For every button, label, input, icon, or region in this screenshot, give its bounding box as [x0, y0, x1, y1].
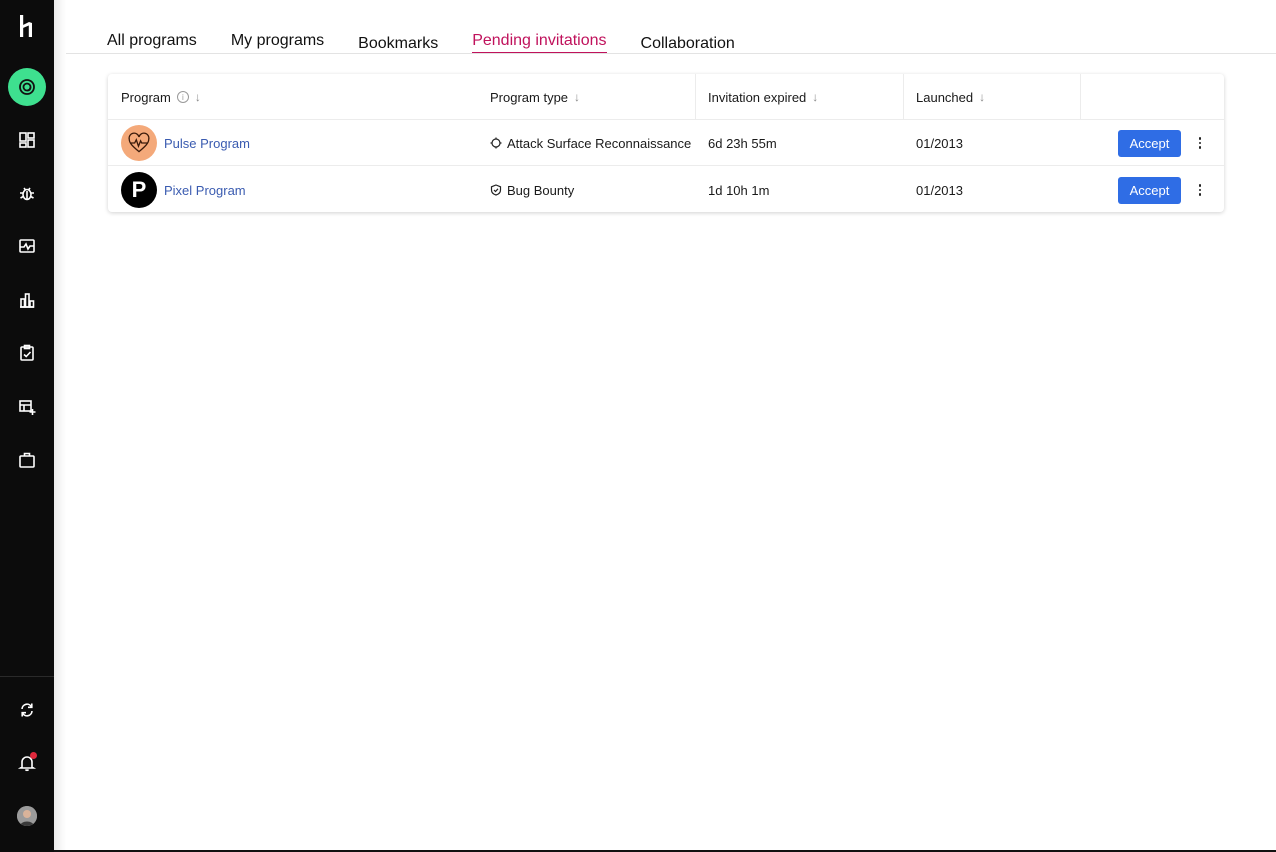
crosshair-icon: [490, 137, 502, 149]
sort-arrow-icon[interactable]: ↓: [195, 90, 201, 104]
column-separator: [695, 74, 696, 120]
program-link[interactable]: Pulse Program: [164, 136, 250, 151]
program-cell: P Pixel Program: [121, 167, 246, 212]
program-avatar[interactable]: [121, 125, 157, 161]
invitation-expires-cell: 6d 23h 55m: [708, 135, 777, 151]
column-header-program-type[interactable]: Program type ↓: [490, 74, 580, 120]
table-header: Program i ↓ Program type ↓ Invitation ex…: [108, 74, 1224, 120]
launched-cell: 01/2013: [916, 135, 963, 151]
table-row: P Pixel Program Bug Bounty 1d 10h 1m 01/…: [108, 167, 1224, 212]
app-root: All programs My programs Bookmarks Pendi…: [0, 0, 1276, 852]
sidebar-item-opportunities[interactable]: [8, 68, 46, 106]
column-header-invitation-expired[interactable]: Invitation expired ↓: [708, 74, 818, 120]
bug-icon: [20, 187, 34, 201]
sidebar-shadow: [54, 0, 66, 852]
sidebar-item-switch[interactable]: [8, 691, 46, 729]
more-options-icon[interactable]: [1193, 133, 1207, 153]
table-row: Pulse Program Attack Surface Reconnaissa…: [108, 120, 1224, 166]
briefcase-icon: [19, 452, 35, 468]
tab-all-programs[interactable]: All programs: [107, 32, 197, 54]
column-separator: [903, 74, 904, 120]
sidebar-item-jobs[interactable]: [8, 441, 46, 479]
sort-arrow-icon[interactable]: ↓: [979, 90, 985, 104]
clipboard-check-icon: [20, 344, 34, 361]
tab-bookmarks[interactable]: Bookmarks: [358, 35, 438, 54]
sync-icon: [21, 703, 33, 717]
sidebar: [0, 0, 54, 852]
tab-my-programs[interactable]: My programs: [231, 32, 324, 54]
program-type-label: Attack Surface Reconnaissance: [507, 135, 692, 151]
program-tabs: All programs My programs Bookmarks Pendi…: [107, 26, 769, 54]
invitations-table: Program i ↓ Program type ↓ Invitation ex…: [108, 74, 1224, 212]
letter-p-logo: P: [131, 177, 147, 202]
target-icon: [19, 79, 35, 95]
shield-icon: [490, 184, 502, 196]
tab-pending-invitations[interactable]: Pending invitations: [472, 32, 607, 54]
sort-arrow-icon[interactable]: ↓: [574, 90, 580, 104]
invitation-expires-cell: 1d 10h 1m: [708, 182, 770, 198]
column-label: Invitation expired: [708, 89, 807, 105]
launched-cell: 01/2013: [916, 182, 963, 198]
tab-collaboration[interactable]: Collaboration: [641, 35, 735, 54]
column-separator: [1080, 74, 1081, 120]
sidebar-item-activity[interactable]: [8, 227, 46, 265]
sidebar-item-reports[interactable]: [8, 174, 46, 212]
program-type-label: Bug Bounty: [507, 182, 575, 198]
bar-chart-icon: [20, 293, 35, 308]
activity-icon: [19, 239, 35, 253]
info-icon[interactable]: i: [176, 91, 189, 103]
dashboard-icon: [19, 132, 35, 148]
column-header-program[interactable]: Program i ↓: [121, 74, 201, 120]
column-label: Program type: [490, 89, 569, 105]
program-type-cell: Bug Bounty: [490, 167, 574, 212]
program-type-cell: Attack Surface Reconnaissance: [490, 120, 691, 166]
sidebar-item-create[interactable]: [8, 388, 46, 426]
sidebar-divider: [0, 676, 54, 677]
user-avatar: [17, 806, 37, 826]
sidebar-item-dashboard[interactable]: [8, 121, 46, 159]
add-program-icon: [19, 400, 36, 415]
accept-button[interactable]: Accept: [1118, 130, 1181, 157]
sidebar-item-profile[interactable]: [8, 797, 46, 835]
tabs-divider: [66, 53, 1276, 54]
sidebar-item-tasks[interactable]: [8, 334, 46, 372]
accept-button[interactable]: Accept: [1118, 177, 1181, 204]
sidebar-item-statistics[interactable]: [8, 281, 46, 319]
column-header-launched[interactable]: Launched ↓: [916, 74, 985, 120]
sidebar-item-notifications[interactable]: [8, 744, 46, 782]
program-link[interactable]: Pixel Program: [164, 183, 246, 198]
program-avatar[interactable]: P: [121, 172, 157, 208]
column-label: Launched: [916, 89, 974, 105]
program-cell: Pulse Program: [121, 120, 250, 166]
sort-arrow-icon[interactable]: ↓: [812, 90, 818, 104]
notification-dot: [30, 752, 37, 759]
heart-pulse-icon: [128, 132, 150, 153]
hackerone-logo[interactable]: [15, 12, 39, 40]
column-label: Program: [121, 89, 171, 105]
more-options-icon[interactable]: [1193, 180, 1207, 200]
